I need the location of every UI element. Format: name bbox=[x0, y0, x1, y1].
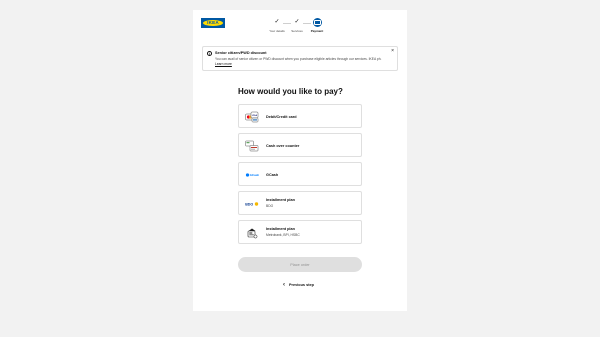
option-name: Installment plan bbox=[266, 227, 295, 231]
payment-option-cash-counter[interactable]: Cash over counter bbox=[238, 133, 362, 157]
info-icon: i bbox=[207, 51, 212, 56]
page-title: How would you like to pay? bbox=[238, 87, 343, 96]
svg-text:GCash: GCash bbox=[250, 173, 259, 177]
bdo-icon: BDO bbox=[245, 198, 259, 210]
close-icon[interactable]: × bbox=[391, 49, 394, 54]
step-label: Your details bbox=[269, 29, 285, 33]
cash-counter-icon bbox=[245, 140, 259, 152]
card-icon: VISA bbox=[245, 111, 259, 123]
step-label: Services bbox=[291, 29, 303, 33]
ikea-logo[interactable]: IKEA bbox=[201, 18, 225, 28]
payment-option-installment-banks[interactable]: Installment plan Metrobank, BPI, HSBC bbox=[238, 220, 362, 244]
checkout-page: IKEA ✓ Your details ✓ Services Payment i… bbox=[193, 10, 407, 311]
step-your-details[interactable]: ✓ Your details bbox=[267, 18, 287, 33]
place-order-button[interactable]: Place order bbox=[238, 257, 362, 272]
option-name: Cash over counter bbox=[266, 144, 300, 148]
svg-text:VISA: VISA bbox=[252, 114, 258, 117]
payment-option-installment-bdo[interactable]: BDO Installment plan BDO bbox=[238, 191, 362, 215]
payment-options: VISA Debit/Credit card Cash over counter bbox=[238, 104, 362, 249]
learn-more-link[interactable]: Learn more bbox=[215, 62, 232, 66]
step-label: Payment bbox=[310, 29, 324, 33]
check-icon: ✓ bbox=[274, 19, 280, 25]
installment-icon bbox=[245, 227, 259, 239]
option-name: Debit/Credit card bbox=[266, 115, 297, 119]
checkout-steps: ✓ Your details ✓ Services Payment bbox=[267, 18, 327, 44]
banner-title: Senior citizen/PWD discount bbox=[215, 51, 267, 55]
option-name: Installment plan bbox=[266, 198, 295, 202]
payment-step-icon bbox=[312, 18, 322, 27]
option-subtitle: Metrobank, BPI, HSBC bbox=[266, 233, 300, 237]
option-subtitle: BDO bbox=[266, 204, 274, 208]
discount-banner: i Senior citizen/PWD discount You can av… bbox=[202, 46, 398, 71]
banner-text: You can avail of senior citizen or PWD d… bbox=[215, 57, 382, 66]
chevron-left-icon: ‹ bbox=[283, 282, 285, 288]
payment-option-card[interactable]: VISA Debit/Credit card bbox=[238, 104, 362, 128]
gcash-icon: GCash bbox=[245, 169, 259, 181]
step-services[interactable]: ✓ Services bbox=[287, 18, 307, 33]
check-icon: ✓ bbox=[294, 19, 300, 25]
previous-step-label: Previous step bbox=[289, 283, 314, 287]
logo-text: IKEA bbox=[207, 20, 219, 25]
previous-step-button[interactable]: ‹ Previous step bbox=[283, 282, 314, 288]
step-payment: Payment bbox=[307, 18, 327, 33]
payment-option-gcash[interactable]: GCash GCash bbox=[238, 162, 362, 186]
option-name: GCash bbox=[266, 173, 279, 177]
svg-text:BDO: BDO bbox=[245, 202, 253, 206]
